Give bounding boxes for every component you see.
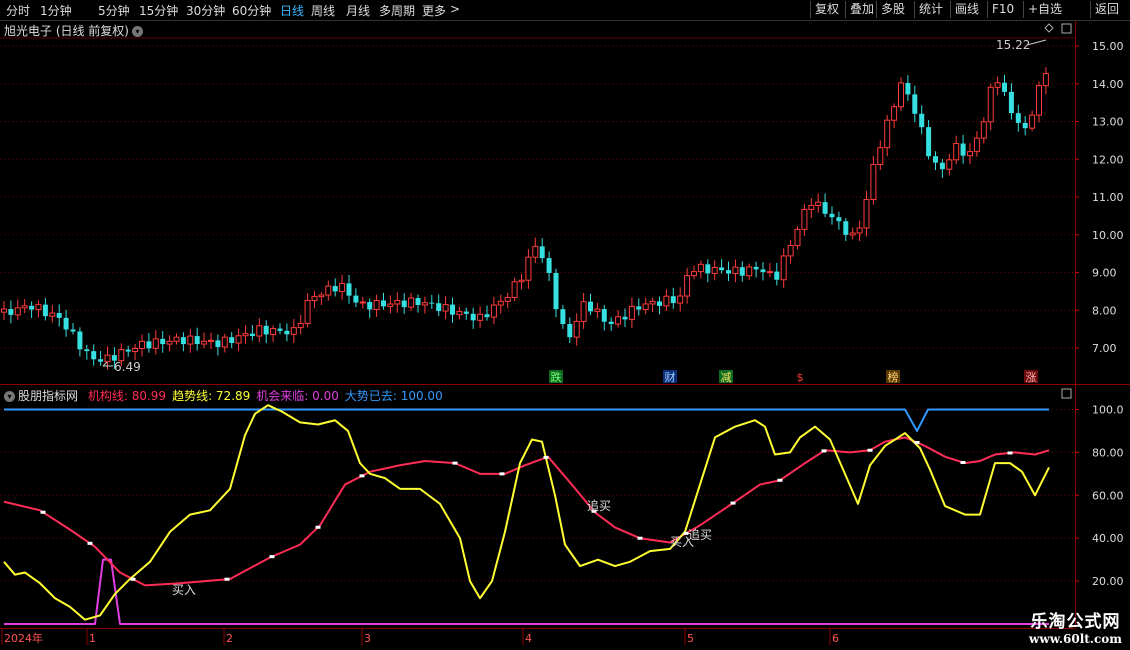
time-tick-label: 6 <box>832 632 839 645</box>
series-line-dashiyiqu <box>4 408 1049 432</box>
series-tick-mark <box>224 577 230 581</box>
price-tick-label: 13.00 <box>1092 116 1124 129</box>
chevron-down-icon[interactable]: ▾ <box>4 391 15 402</box>
low-price-label: 6.49 <box>114 360 141 374</box>
event-markers: 跌 财 减 $ 榜 涨 <box>549 370 1038 384</box>
indicator-legend-item-3: 大势已去: 100.00 <box>344 389 443 403</box>
series-line-jihuilailin <box>4 558 1049 625</box>
indicator-legend-item-0: 机构线: 80.99 <box>87 389 167 403</box>
panel-layout-icon[interactable] <box>1061 23 1072 34</box>
series-tick-mark <box>777 478 783 482</box>
series-tick-mark <box>637 536 643 540</box>
series-tick-mark <box>960 460 966 464</box>
candlestick-series <box>1 39 1049 370</box>
series-tick-mark <box>821 449 827 453</box>
grid-lines <box>0 21 1130 629</box>
price-tick-label: 12.00 <box>1092 153 1124 166</box>
series-tick-mark <box>730 501 736 505</box>
series-tick-mark <box>914 441 920 445</box>
event-marker-5[interactable]: 涨 <box>1026 371 1037 384</box>
time-tick-label: 4 <box>525 632 532 645</box>
indicator-tick-label: 20.00 <box>1092 575 1124 588</box>
series-tick-mark <box>543 455 549 459</box>
series-tick-mark <box>499 472 505 476</box>
price-tick-label: 15.00 <box>1092 40 1124 53</box>
chart-area[interactable]: 15.00 14.00 13.00 12.00 11.00 10.00 9.00 8.00 7.… <box>0 0 1130 650</box>
indicator-panel: 100.080.0060.0040.0020.00买入追买买入追买 <box>0 404 1124 625</box>
indicator-tick-label: 40.00 <box>1092 532 1124 545</box>
signal-annotation-1: 追买 <box>587 498 611 513</box>
price-tick-label: 8.00 <box>1092 304 1117 317</box>
event-marker-4[interactable]: 榜 <box>888 370 899 384</box>
series-tick-mark <box>452 461 458 465</box>
event-marker-0[interactable]: 跌 <box>551 370 562 384</box>
price-tick-label: 7.00 <box>1092 342 1117 355</box>
series-tick-mark <box>87 541 93 545</box>
price-tick-label: 10.00 <box>1092 229 1124 242</box>
event-marker-3[interactable]: $ <box>797 371 804 384</box>
high-price-label: 15.22 <box>996 38 1030 52</box>
signal-annotation-3: 追买 <box>688 527 712 542</box>
series-tick-mark <box>40 510 46 514</box>
price-tick-label: 11.00 <box>1092 191 1124 204</box>
panel-layout-icon[interactable] <box>1061 388 1072 399</box>
series-line-jigouxian <box>3 436 1050 587</box>
time-tick-label: 2024年 <box>4 631 43 645</box>
indicator-title-bar[interactable]: ▾ 股朋指标网 机构线: 80.99 趋势线: 72.89 机会来临: 0.00 大势已… <box>4 387 455 404</box>
watermark: 乐淘公式网 www.60lt.com <box>1029 607 1122 646</box>
indicator-name: 股朋指标网 <box>18 389 79 403</box>
price-tick-label: 14.00 <box>1092 78 1124 91</box>
watermark-url: www.60lt.com <box>1029 632 1122 646</box>
series-tick-mark <box>867 448 873 452</box>
indicator-legend-item-2: 机会来临: 0.00 <box>256 389 339 403</box>
event-marker-1[interactable]: 财 <box>665 370 676 384</box>
price-axis: 15.00 14.00 13.00 12.00 11.00 10.00 9.00 8.00 7.… <box>1044 23 1124 399</box>
time-tick-label: 5 <box>687 632 694 645</box>
signal-annotation-0: 买入 <box>172 583 196 597</box>
time-tick-label: 1 <box>89 632 96 645</box>
time-tick-label: 3 <box>364 632 371 645</box>
series-tick-mark <box>1007 451 1013 455</box>
event-marker-2[interactable]: 减 <box>721 371 732 384</box>
series-line-qushixian <box>3 404 1050 621</box>
price-tick-label: 9.00 <box>1092 267 1117 280</box>
time-tick-label: 2 <box>226 632 233 645</box>
series-tick-mark <box>315 525 321 529</box>
series-tick-mark <box>269 555 275 559</box>
time-axis: 2024年 1 2 3 4 5 6 <box>1 629 839 645</box>
diamond-icon[interactable] <box>1044 23 1054 33</box>
series-tick-mark <box>130 577 136 581</box>
indicator-tick-label: 60.00 <box>1092 489 1124 502</box>
series-tick-mark <box>359 474 365 478</box>
indicator-legend-item-1: 趋势线: 72.89 <box>172 389 251 403</box>
high-low-labels: 15.22 6.49 <box>114 38 1030 374</box>
watermark-title: 乐淘公式网 <box>1030 612 1121 632</box>
indicator-tick-label: 80.00 <box>1092 446 1124 459</box>
indicator-tick-label: 100.0 <box>1092 404 1124 417</box>
